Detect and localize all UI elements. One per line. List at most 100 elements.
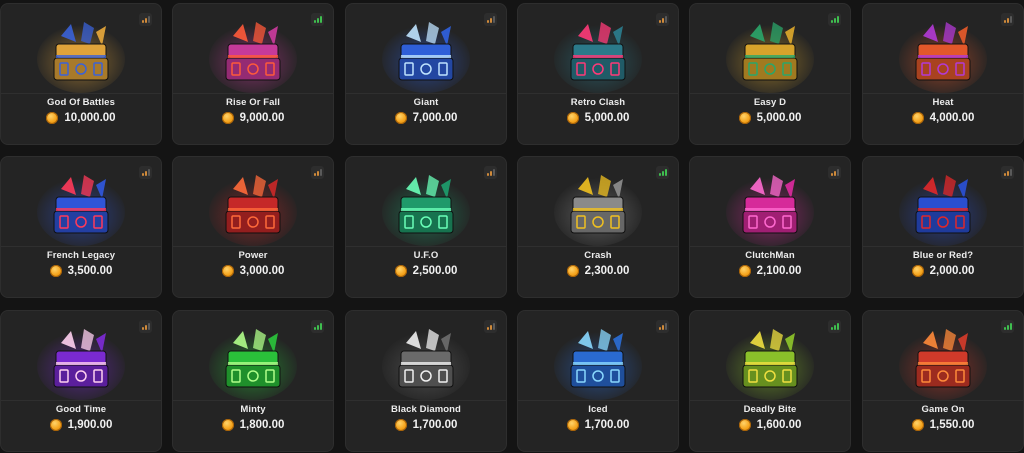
price-value: 2,300.00 xyxy=(584,265,630,277)
card-divider xyxy=(1,400,161,401)
card-divider xyxy=(1,93,161,94)
price-value: 4,000.00 xyxy=(929,112,975,124)
card-divider xyxy=(518,93,678,94)
price-value: 2,500.00 xyxy=(412,265,458,277)
case-name: Crash xyxy=(584,250,612,261)
price-value: 5,000.00 xyxy=(756,112,802,124)
case-price: 2,000.00 xyxy=(863,265,1023,277)
case-card-9[interactable]: U.F.O 2,500.00 xyxy=(345,156,507,298)
case-price: 2,100.00 xyxy=(690,265,850,277)
case-card-17[interactable]: Deadly Bite 1,600.00 xyxy=(689,310,851,452)
case-card-5[interactable]: Easy D 5,000.00 xyxy=(689,3,851,145)
case-price: 1,550.00 xyxy=(863,419,1023,431)
card-divider xyxy=(863,93,1023,94)
price-value: 3,000.00 xyxy=(239,265,285,277)
case-price: 1,700.00 xyxy=(518,419,678,431)
case-card-15[interactable]: Black Diamond 1,700.00 xyxy=(345,310,507,452)
case-image xyxy=(1,14,161,94)
case-card-1[interactable]: God Of Battles 10,000.00 xyxy=(0,3,162,145)
coin-icon xyxy=(221,112,234,124)
case-image xyxy=(1,167,161,247)
case-card-6[interactable]: Heat 4,000.00 xyxy=(862,3,1024,145)
case-image xyxy=(173,321,333,401)
case-name: French Legacy xyxy=(46,250,116,261)
price-value: 1,600.00 xyxy=(756,419,802,431)
case-card-8[interactable]: Power 3,000.00 xyxy=(172,156,334,298)
case-card-18[interactable]: Game On 1,550.00 xyxy=(862,310,1024,452)
case-card-11[interactable]: ClutchMan 2,100.00 xyxy=(689,156,851,298)
case-name: Black Diamond xyxy=(391,404,461,415)
case-card-4[interactable]: Retro Clash 5,000.00 xyxy=(517,3,679,145)
case-price: 1,700.00 xyxy=(346,419,506,431)
card-divider xyxy=(690,93,850,94)
coin-icon xyxy=(566,112,579,124)
case-price: 2,300.00 xyxy=(518,265,678,277)
case-card-3[interactable]: Giant 7,000.00 xyxy=(345,3,507,145)
card-divider xyxy=(518,246,678,247)
case-name: U.F.O xyxy=(413,250,439,261)
case-image xyxy=(690,321,850,401)
coin-icon xyxy=(738,112,751,124)
price-value: 3,500.00 xyxy=(67,265,113,277)
price-value: 9,000.00 xyxy=(239,112,285,124)
case-card-14[interactable]: Minty 1,800.00 xyxy=(172,310,334,452)
case-name: Game On xyxy=(921,404,965,415)
coin-icon xyxy=(566,265,579,277)
case-card-13[interactable]: Good Time 1,900.00 xyxy=(0,310,162,452)
case-price: 3,000.00 xyxy=(173,265,333,277)
case-price: 1,900.00 xyxy=(1,419,161,431)
case-name: Power xyxy=(238,250,268,261)
card-divider xyxy=(518,400,678,401)
price-value: 7,000.00 xyxy=(412,112,458,124)
case-image xyxy=(518,321,678,401)
case-price: 5,000.00 xyxy=(690,112,850,124)
case-price: 4,000.00 xyxy=(863,112,1023,124)
coin-icon xyxy=(394,265,407,277)
case-image xyxy=(863,321,1023,401)
case-price: 1,800.00 xyxy=(173,419,333,431)
card-divider xyxy=(863,400,1023,401)
card-divider xyxy=(863,246,1023,247)
card-divider xyxy=(173,246,333,247)
price-value: 2,100.00 xyxy=(756,265,802,277)
coin-icon xyxy=(394,419,407,431)
price-value: 1,900.00 xyxy=(67,419,113,431)
price-value: 2,000.00 xyxy=(929,265,975,277)
card-divider xyxy=(346,93,506,94)
price-value: 1,550.00 xyxy=(929,419,975,431)
case-name: Giant xyxy=(413,97,439,108)
case-name: Deadly Bite xyxy=(743,404,797,415)
card-divider xyxy=(1,246,161,247)
case-image xyxy=(346,321,506,401)
case-image xyxy=(518,167,678,247)
case-card-2[interactable]: Rise Or Fall 9,000.00 xyxy=(172,3,334,145)
coin-icon xyxy=(221,265,234,277)
case-grid: God Of Battles 10,000.00 Rise Or Fall 9,… xyxy=(0,0,1024,453)
coin-icon xyxy=(738,419,751,431)
case-price: 3,500.00 xyxy=(1,265,161,277)
coin-icon xyxy=(566,419,579,431)
case-name: ClutchMan xyxy=(745,250,795,261)
coin-icon xyxy=(49,419,62,431)
card-divider xyxy=(690,400,850,401)
case-name: Iced xyxy=(588,404,608,415)
price-value: 1,800.00 xyxy=(239,419,285,431)
case-name: God Of Battles xyxy=(47,97,115,108)
case-card-7[interactable]: French Legacy 3,500.00 xyxy=(0,156,162,298)
case-price: 5,000.00 xyxy=(518,112,678,124)
coin-icon xyxy=(49,265,62,277)
case-image xyxy=(173,14,333,94)
case-price: 9,000.00 xyxy=(173,112,333,124)
coin-icon xyxy=(911,112,924,124)
coin-icon xyxy=(738,265,751,277)
case-image xyxy=(1,321,161,401)
case-image xyxy=(690,167,850,247)
case-image xyxy=(346,14,506,94)
coin-icon xyxy=(46,112,59,124)
case-card-12[interactable]: Blue or Red? 2,000.00 xyxy=(862,156,1024,298)
case-name: Rise Or Fall xyxy=(226,97,280,108)
case-card-10[interactable]: Crash 2,300.00 xyxy=(517,156,679,298)
case-price: 10,000.00 xyxy=(1,112,161,124)
case-name: Minty xyxy=(240,404,266,415)
case-card-16[interactable]: Iced 1,700.00 xyxy=(517,310,679,452)
